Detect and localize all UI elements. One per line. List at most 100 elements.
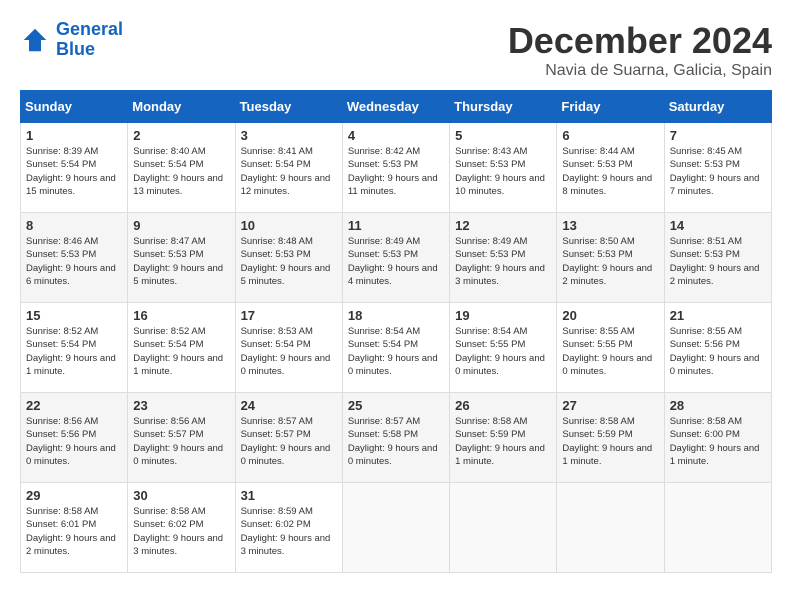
day-number: 29 (26, 488, 122, 503)
logo: General Blue (20, 20, 123, 60)
calendar-cell: 21Sunrise: 8:55 AMSunset: 5:56 PMDayligh… (664, 303, 771, 393)
day-detail: Sunrise: 8:47 AMSunset: 5:53 PMDaylight:… (133, 235, 229, 288)
day-detail: Sunrise: 8:40 AMSunset: 5:54 PMDaylight:… (133, 145, 229, 198)
calendar-cell: 10Sunrise: 8:48 AMSunset: 5:53 PMDayligh… (235, 213, 342, 303)
day-detail: Sunrise: 8:58 AMSunset: 6:02 PMDaylight:… (133, 505, 229, 558)
calendar-cell: 9 Sunrise: 8:47 AMSunset: 5:53 PMDaylight… (128, 213, 235, 303)
day-number: 6 (562, 128, 658, 143)
day-number: 1 (26, 128, 122, 143)
day-detail: Sunrise: 8:52 AMSunset: 5:54 PMDaylight:… (133, 325, 229, 378)
calendar-cell: 16 Sunrise: 8:52 AMSunset: 5:54 PMDayligh… (128, 303, 235, 393)
day-number: 5 (455, 128, 551, 143)
day-number: 12 (455, 218, 551, 233)
day-detail: Sunrise: 8:56 AMSunset: 5:56 PMDaylight:… (26, 415, 122, 468)
calendar-cell: 20 Sunrise: 8:55 AMSunset: 5:55 PMDayligh… (557, 303, 664, 393)
calendar-cell: 11 Sunrise: 8:49 AMSunset: 5:53 PMDayligh… (342, 213, 449, 303)
calendar-week-1: 1 Sunrise: 8:39 AMSunset: 5:54 PMDaylight… (21, 123, 772, 213)
day-number: 14 (670, 218, 766, 233)
page-header: General Blue December 2024 Navia de Suar… (20, 20, 772, 80)
calendar-cell: 27Sunrise: 8:58 AMSunset: 5:59 PMDayligh… (557, 393, 664, 483)
calendar-cell: 17 Sunrise: 8:53 AMSunset: 5:54 PMDayligh… (235, 303, 342, 393)
calendar-body: 1 Sunrise: 8:39 AMSunset: 5:54 PMDaylight… (21, 123, 772, 573)
day-number: 21 (670, 308, 766, 323)
calendar-cell: 30 Sunrise: 8:58 AMSunset: 6:02 PMDayligh… (128, 483, 235, 573)
day-detail: Sunrise: 8:53 AMSunset: 5:54 PMDaylight:… (241, 325, 337, 378)
day-number: 28 (670, 398, 766, 413)
calendar-cell (450, 483, 557, 573)
day-detail: Sunrise: 8:46 AMSunset: 5:53 PMDaylight:… (26, 235, 122, 288)
day-number: 4 (348, 128, 444, 143)
day-number: 11 (348, 218, 444, 233)
day-number: 3 (241, 128, 337, 143)
day-detail: Sunrise: 8:57 AMSunset: 5:57 PMDaylight:… (241, 415, 337, 468)
calendar-cell (557, 483, 664, 573)
day-detail: Sunrise: 8:52 AMSunset: 5:54 PMDaylight:… (26, 325, 122, 378)
day-number: 16 (133, 308, 229, 323)
header-cell-sunday: Sunday (21, 91, 128, 123)
calendar-cell: 6 Sunrise: 8:44 AMSunset: 5:53 PMDaylight… (557, 123, 664, 213)
day-detail: Sunrise: 8:58 AMSunset: 5:59 PMDaylight:… (455, 415, 551, 468)
day-detail: Sunrise: 8:49 AMSunset: 5:53 PMDaylight:… (455, 235, 551, 288)
header-row: SundayMondayTuesdayWednesdayThursdayFrid… (21, 91, 772, 123)
calendar-cell: 26Sunrise: 8:58 AMSunset: 5:59 PMDayligh… (450, 393, 557, 483)
day-detail: Sunrise: 8:54 AMSunset: 5:54 PMDaylight:… (348, 325, 444, 378)
header-cell-tuesday: Tuesday (235, 91, 342, 123)
day-number: 13 (562, 218, 658, 233)
calendar-cell: 1 Sunrise: 8:39 AMSunset: 5:54 PMDaylight… (21, 123, 128, 213)
day-detail: Sunrise: 8:42 AMSunset: 5:53 PMDaylight:… (348, 145, 444, 198)
calendar-title: December 2024 (508, 20, 772, 62)
day-number: 15 (26, 308, 122, 323)
day-detail: Sunrise: 8:39 AMSunset: 5:54 PMDaylight:… (26, 145, 122, 198)
day-number: 2 (133, 128, 229, 143)
day-number: 27 (562, 398, 658, 413)
day-detail: Sunrise: 8:55 AMSunset: 5:55 PMDaylight:… (562, 325, 658, 378)
header-cell-thursday: Thursday (450, 91, 557, 123)
header-cell-wednesday: Wednesday (342, 91, 449, 123)
calendar-cell: 14 Sunrise: 8:51 AMSunset: 5:53 PMDayligh… (664, 213, 771, 303)
day-detail: Sunrise: 8:43 AMSunset: 5:53 PMDaylight:… (455, 145, 551, 198)
calendar-cell: 15 Sunrise: 8:52 AMSunset: 5:54 PMDayligh… (21, 303, 128, 393)
day-detail: Sunrise: 8:54 AMSunset: 5:55 PMDaylight:… (455, 325, 551, 378)
header-cell-friday: Friday (557, 91, 664, 123)
day-detail: Sunrise: 8:56 AMSunset: 5:57 PMDaylight:… (133, 415, 229, 468)
calendar-cell: 8Sunrise: 8:46 AMSunset: 5:53 PMDaylight… (21, 213, 128, 303)
calendar-cell: 28 Sunrise: 8:58 AMSunset: 6:00 PMDayligh… (664, 393, 771, 483)
calendar-cell: 12 Sunrise: 8:49 AMSunset: 5:53 PMDayligh… (450, 213, 557, 303)
calendar-cell: 5 Sunrise: 8:43 AMSunset: 5:53 PMDaylight… (450, 123, 557, 213)
calendar-cell: 4 Sunrise: 8:42 AMSunset: 5:53 PMDaylight… (342, 123, 449, 213)
day-detail: Sunrise: 8:48 AMSunset: 5:53 PMDaylight:… (241, 235, 337, 288)
day-detail: Sunrise: 8:51 AMSunset: 5:53 PMDaylight:… (670, 235, 766, 288)
calendar-cell: 31Sunrise: 8:59 AMSunset: 6:02 PMDayligh… (235, 483, 342, 573)
logo-line1: General (56, 19, 123, 39)
day-detail: Sunrise: 8:44 AMSunset: 5:53 PMDaylight:… (562, 145, 658, 198)
calendar-cell: 18Sunrise: 8:54 AMSunset: 5:54 PMDayligh… (342, 303, 449, 393)
day-detail: Sunrise: 8:45 AMSunset: 5:53 PMDaylight:… (670, 145, 766, 198)
day-number: 7 (670, 128, 766, 143)
header-cell-monday: Monday (128, 91, 235, 123)
day-detail: Sunrise: 8:49 AMSunset: 5:53 PMDaylight:… (348, 235, 444, 288)
calendar-week-4: 22Sunrise: 8:56 AMSunset: 5:56 PMDayligh… (21, 393, 772, 483)
calendar-week-2: 8Sunrise: 8:46 AMSunset: 5:53 PMDaylight… (21, 213, 772, 303)
day-detail: Sunrise: 8:50 AMSunset: 5:53 PMDaylight:… (562, 235, 658, 288)
calendar-cell: 3 Sunrise: 8:41 AMSunset: 5:54 PMDaylight… (235, 123, 342, 213)
logo-text: General Blue (56, 20, 123, 60)
calendar-cell (664, 483, 771, 573)
calendar-cell: 24 Sunrise: 8:57 AMSunset: 5:57 PMDayligh… (235, 393, 342, 483)
day-detail: Sunrise: 8:58 AMSunset: 6:00 PMDaylight:… (670, 415, 766, 468)
calendar-cell: 2 Sunrise: 8:40 AMSunset: 5:54 PMDaylight… (128, 123, 235, 213)
day-number: 23 (133, 398, 229, 413)
calendar-cell: 13 Sunrise: 8:50 AMSunset: 5:53 PMDayligh… (557, 213, 664, 303)
calendar-cell (342, 483, 449, 573)
calendar-cell: 29 Sunrise: 8:58 AMSunset: 6:01 PMDayligh… (21, 483, 128, 573)
calendar-subtitle: Navia de Suarna, Galicia, Spain (508, 62, 772, 80)
day-number: 30 (133, 488, 229, 503)
day-detail: Sunrise: 8:41 AMSunset: 5:54 PMDaylight:… (241, 145, 337, 198)
day-number: 20 (562, 308, 658, 323)
day-number: 25 (348, 398, 444, 413)
day-number: 24 (241, 398, 337, 413)
day-detail: Sunrise: 8:58 AMSunset: 6:01 PMDaylight:… (26, 505, 122, 558)
logo-icon (20, 25, 50, 55)
day-number: 9 (133, 218, 229, 233)
calendar-table: SundayMondayTuesdayWednesdayThursdayFrid… (20, 90, 772, 573)
day-number: 17 (241, 308, 337, 323)
